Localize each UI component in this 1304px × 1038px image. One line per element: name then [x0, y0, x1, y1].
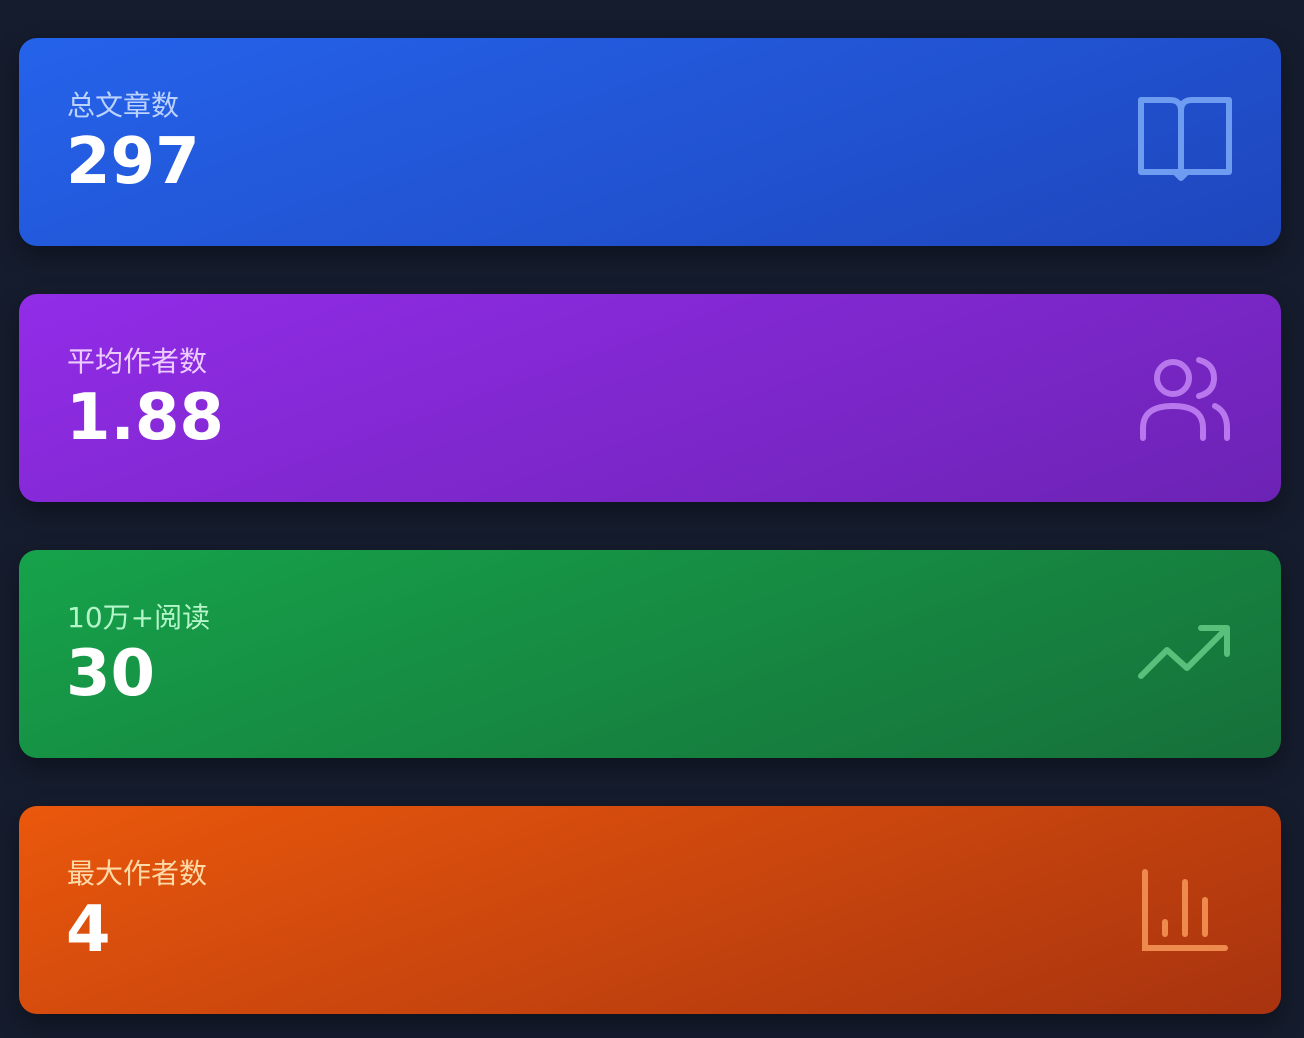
trending-up-icon — [1137, 606, 1233, 702]
card-value: 297 — [66, 125, 200, 199]
card-label: 10万+阅读 — [67, 601, 211, 634]
max-authors-card: 最大作者数 4 — [19, 806, 1281, 1014]
card-label: 平均作者数 — [67, 345, 208, 378]
card-label: 总文章数 — [67, 89, 180, 122]
stats-cards: 总文章数 297 平均作者数 1.88 10万+阅读 30 最大作者数 4 — [19, 38, 1281, 1014]
top-reads-card: 10万+阅读 30 — [19, 550, 1281, 758]
bar-chart-icon — [1137, 862, 1233, 958]
book-open-icon — [1137, 94, 1233, 190]
total-articles-card: 总文章数 297 — [19, 38, 1281, 246]
card-value: 30 — [66, 637, 156, 711]
card-value: 4 — [66, 893, 111, 967]
users-icon — [1137, 350, 1233, 446]
card-label: 最大作者数 — [67, 857, 208, 890]
average-authors-card: 平均作者数 1.88 — [19, 294, 1281, 502]
card-value: 1.88 — [66, 381, 224, 455]
